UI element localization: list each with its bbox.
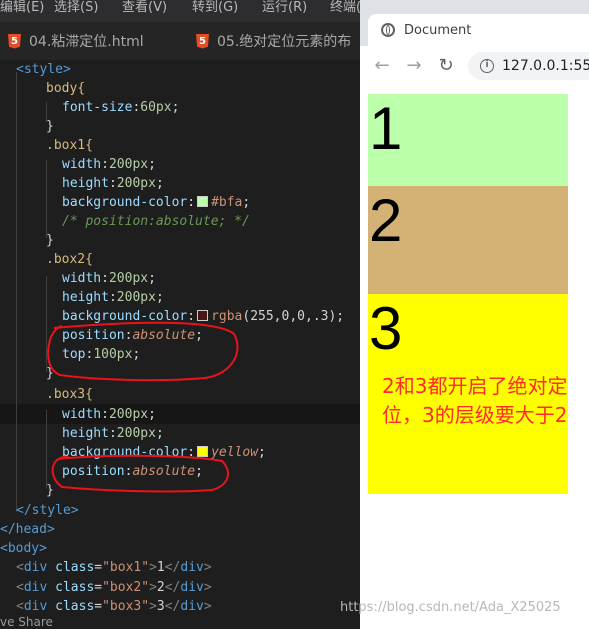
forward-arrow-icon[interactable]: → <box>403 55 425 77</box>
annotation-circle-box2 <box>47 321 239 382</box>
info-icon[interactable]: i <box>480 59 494 73</box>
annotation-circles <box>47 321 239 493</box>
page-viewport: 1 3 2 2和3都开启了绝对定位，3的层级要大于2 <box>360 86 589 629</box>
watermark: https://blog.csdn.net/Ada_X25025 <box>340 600 561 615</box>
reload-icon[interactable]: ↻ <box>435 55 457 77</box>
browser-window: Document ← → ↻ i 127.0.0.1:5500 1 3 2 2和… <box>360 0 589 629</box>
annotation-circle-box3 <box>51 454 229 493</box>
address-bar[interactable]: i 127.0.0.1:5500 <box>468 52 589 80</box>
box2: 2 <box>368 186 568 294</box>
box1-label: 1 <box>369 95 403 162</box>
browser-tabstrip: Document <box>360 0 589 46</box>
browser-tab-title: Document <box>404 22 472 38</box>
browser-toolbar: ← → ↻ i 127.0.0.1:5500 <box>360 46 589 86</box>
box2-label: 2 <box>369 187 403 254</box>
browser-tab[interactable]: Document <box>368 14 589 46</box>
globe-icon <box>381 23 395 37</box>
back-arrow-icon[interactable]: ← <box>371 55 393 77</box>
annotation-note: 2和3都开启了绝对定位，3的层级要大于2 <box>382 374 568 427</box>
box3-label: 3 <box>369 295 403 362</box>
address-url: 127.0.0.1:5500 <box>502 58 589 74</box>
